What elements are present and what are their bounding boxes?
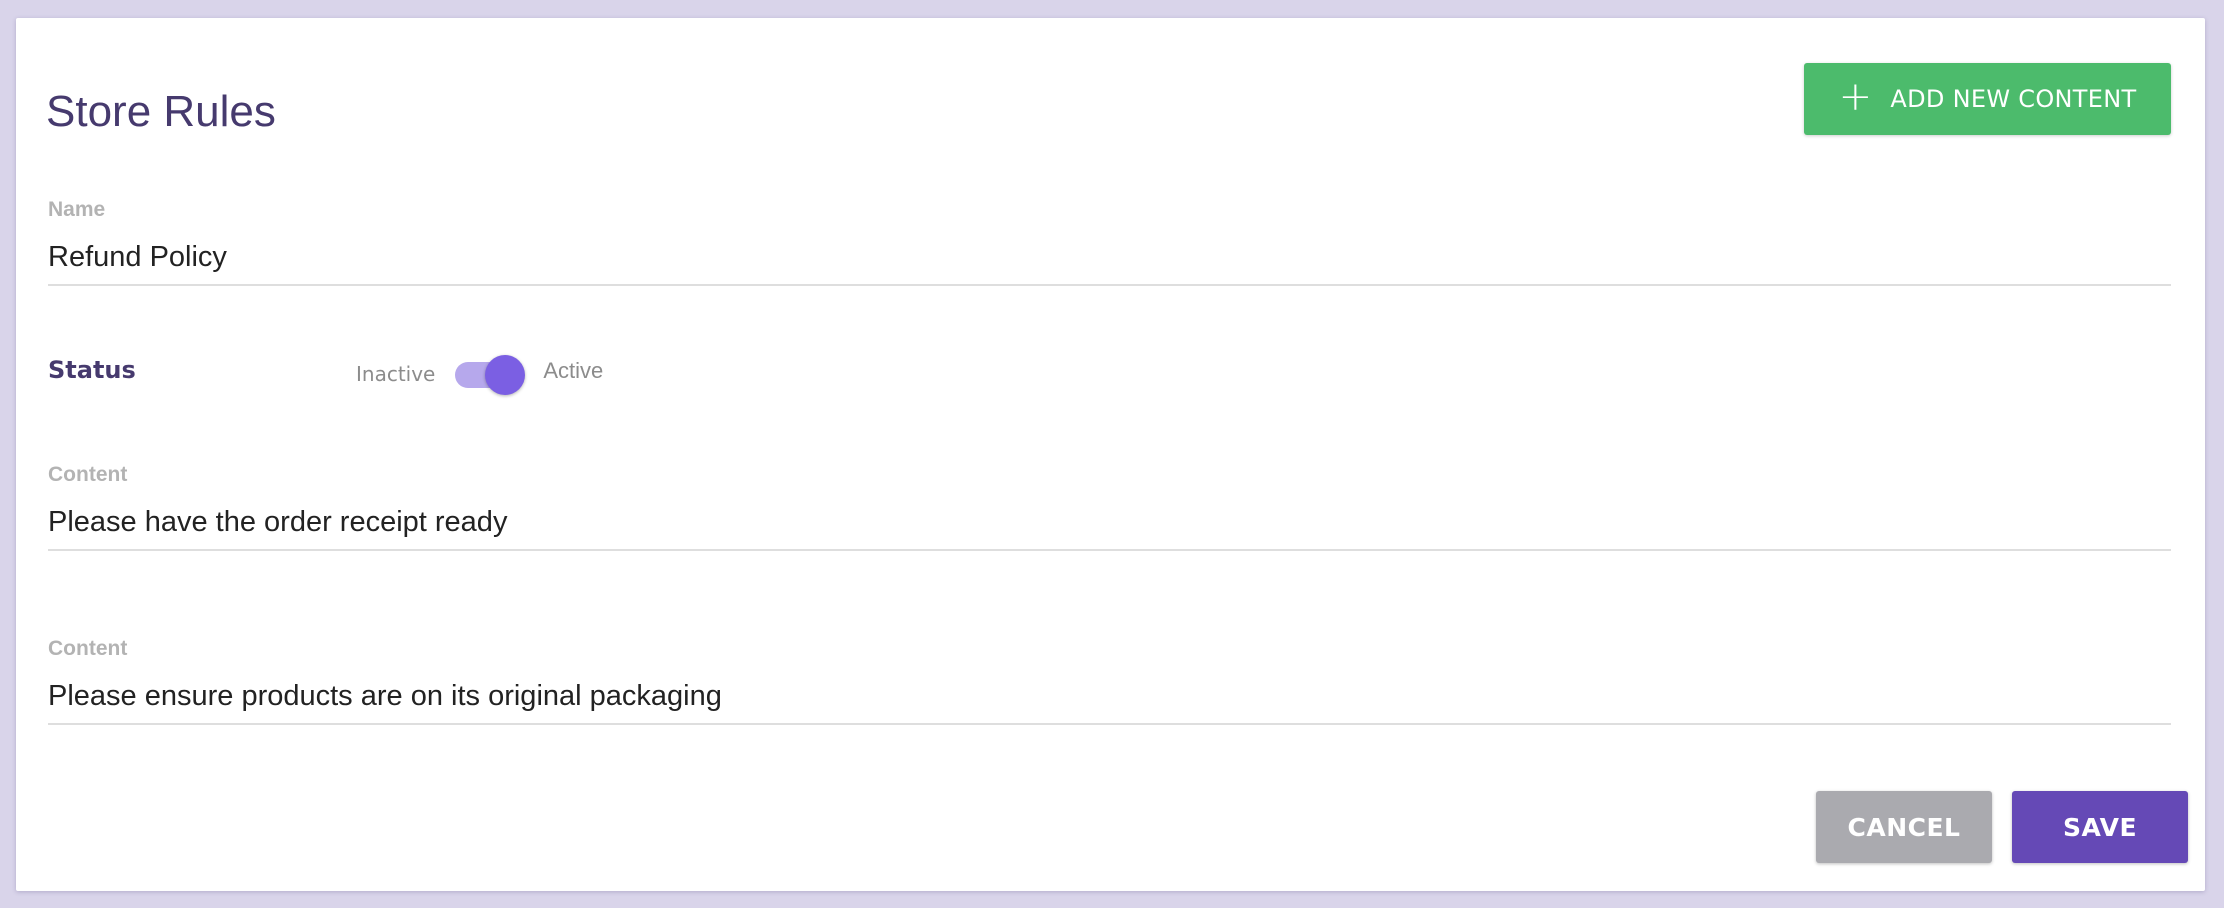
status-inactive-label: Inactive xyxy=(356,362,436,386)
status-active-label: Active xyxy=(543,358,604,383)
content-field-2-label: Content xyxy=(48,637,128,660)
plus-icon: + xyxy=(1838,74,1873,120)
save-button[interactable]: SAVE xyxy=(2012,791,2188,863)
status-toggle-group: Inactive Active xyxy=(356,351,604,395)
name-field-label: Name xyxy=(48,198,106,221)
page-title: Store Rules xyxy=(46,87,276,136)
name-field[interactable]: Name Refund Policy xyxy=(48,199,2171,286)
store-rules-card: Store Rules + ADD NEW CONTENT Name Refun… xyxy=(16,18,2205,891)
content-field-2[interactable]: Content Please ensure products are on it… xyxy=(48,638,2171,725)
content-input-2[interactable]: Please ensure products are on its origin… xyxy=(48,682,2171,723)
add-new-content-label: ADD NEW CONTENT xyxy=(1890,85,2137,113)
name-input[interactable]: Refund Policy xyxy=(48,243,2171,284)
status-label: Status xyxy=(48,356,136,384)
status-toggle[interactable] xyxy=(455,351,526,395)
content-field-1[interactable]: Content Please have the order receipt re… xyxy=(48,464,2171,551)
cancel-button[interactable]: CANCEL xyxy=(1816,791,1992,863)
content-input-1[interactable]: Please have the order receipt ready xyxy=(48,508,2171,549)
add-new-content-button[interactable]: + ADD NEW CONTENT xyxy=(1804,63,2171,135)
status-toggle-knob[interactable] xyxy=(485,355,526,395)
content-field-1-label: Content xyxy=(48,463,128,486)
